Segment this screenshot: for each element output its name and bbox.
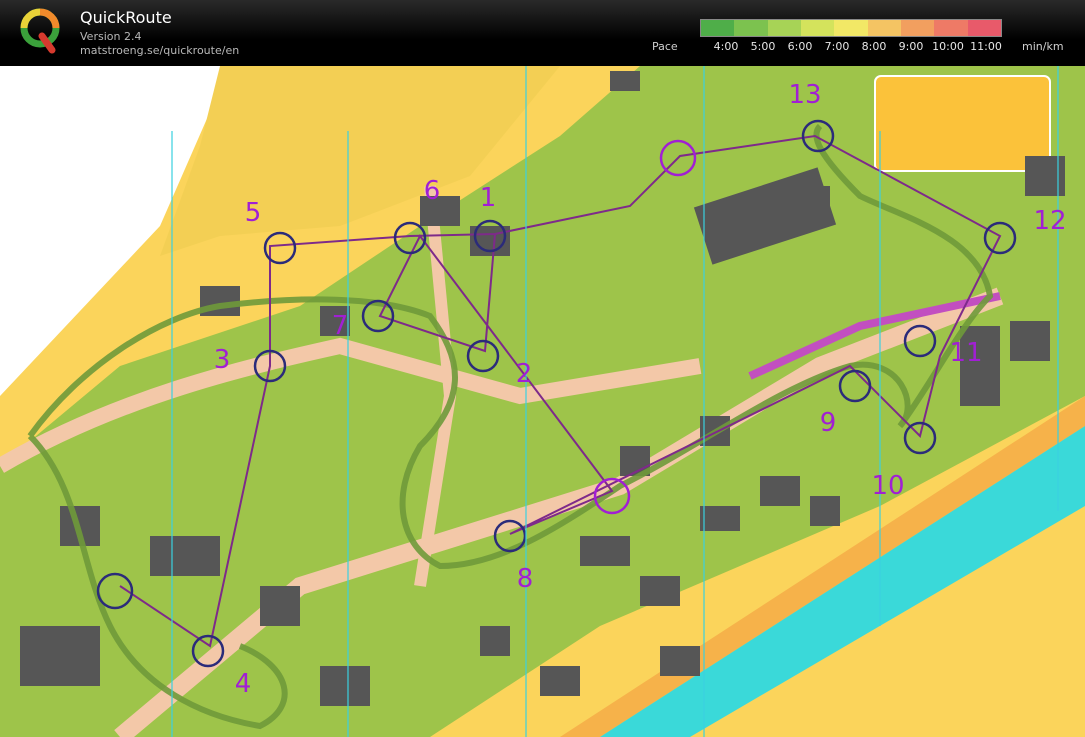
control-number-3: 3 <box>214 345 231 375</box>
pace-color-cell <box>967 20 985 36</box>
pace-tick-label: 6:00 <box>787 40 813 53</box>
pace-tick-label: 10:00 <box>932 40 964 53</box>
pace-color-cell <box>717 20 735 36</box>
pace-color-cell <box>784 20 802 36</box>
pace-tick-label: 9:00 <box>898 40 924 53</box>
pace-color-cell <box>734 20 752 36</box>
control-number-1: 1 <box>480 183 497 213</box>
pace-color-cell <box>701 20 718 36</box>
pace-tick-label: 11:00 <box>970 40 1002 53</box>
pace-color-cell <box>817 20 835 36</box>
pace-tick-label: 5:00 <box>750 40 776 53</box>
control-number-12: 12 <box>1033 206 1066 236</box>
app-version: Version 2.4 <box>80 30 142 43</box>
control-number-7: 7 <box>332 311 349 341</box>
control-number-6: 6 <box>424 176 441 206</box>
map-canvas[interactable]: 12345678910111213 <box>0 66 1085 737</box>
control-number-11: 11 <box>949 338 982 368</box>
pace-color-cell <box>867 20 885 36</box>
pace-tick-label: 4:00 <box>713 40 739 53</box>
app-header: QuickRoute Version 2.4 matstroeng.se/qui… <box>0 0 1085 66</box>
pace-unit-label: min/km <box>1022 40 1064 53</box>
pace-color-cell <box>984 20 1002 36</box>
pace-color-cell <box>917 20 935 36</box>
pace-tick-label: 8:00 <box>861 40 887 53</box>
pace-color-scale <box>700 19 1002 37</box>
sports-field <box>874 75 1051 172</box>
control-number-4: 4 <box>235 669 252 699</box>
app-title: QuickRoute <box>80 8 172 27</box>
pace-color-cell <box>901 20 918 36</box>
pace-color-cell <box>951 20 968 36</box>
pace-color-cell <box>801 20 818 36</box>
control-number-8: 8 <box>517 564 534 594</box>
pace-tick-label: 7:00 <box>824 40 850 53</box>
control-number-5: 5 <box>245 198 262 228</box>
pace-color-cell <box>751 20 768 36</box>
pace-color-cell <box>834 20 852 36</box>
pace-color-cell <box>767 20 785 36</box>
control-number-10: 10 <box>871 471 904 501</box>
control-number-13: 13 <box>788 80 821 110</box>
orienteering-map[interactable]: 1 2 3 4 5 6 7 8 9 10 11 12 13 <box>0 66 1085 737</box>
app-url: matstroeng.se/quickroute/en <box>80 44 240 57</box>
quickroute-logo-icon <box>20 8 60 54</box>
pace-color-cell <box>884 20 902 36</box>
pace-color-cell <box>934 20 952 36</box>
pace-color-cell <box>851 20 868 36</box>
control-number-2: 2 <box>516 359 533 389</box>
control-number-9: 9 <box>820 408 837 438</box>
pace-label: Pace <box>652 40 678 53</box>
